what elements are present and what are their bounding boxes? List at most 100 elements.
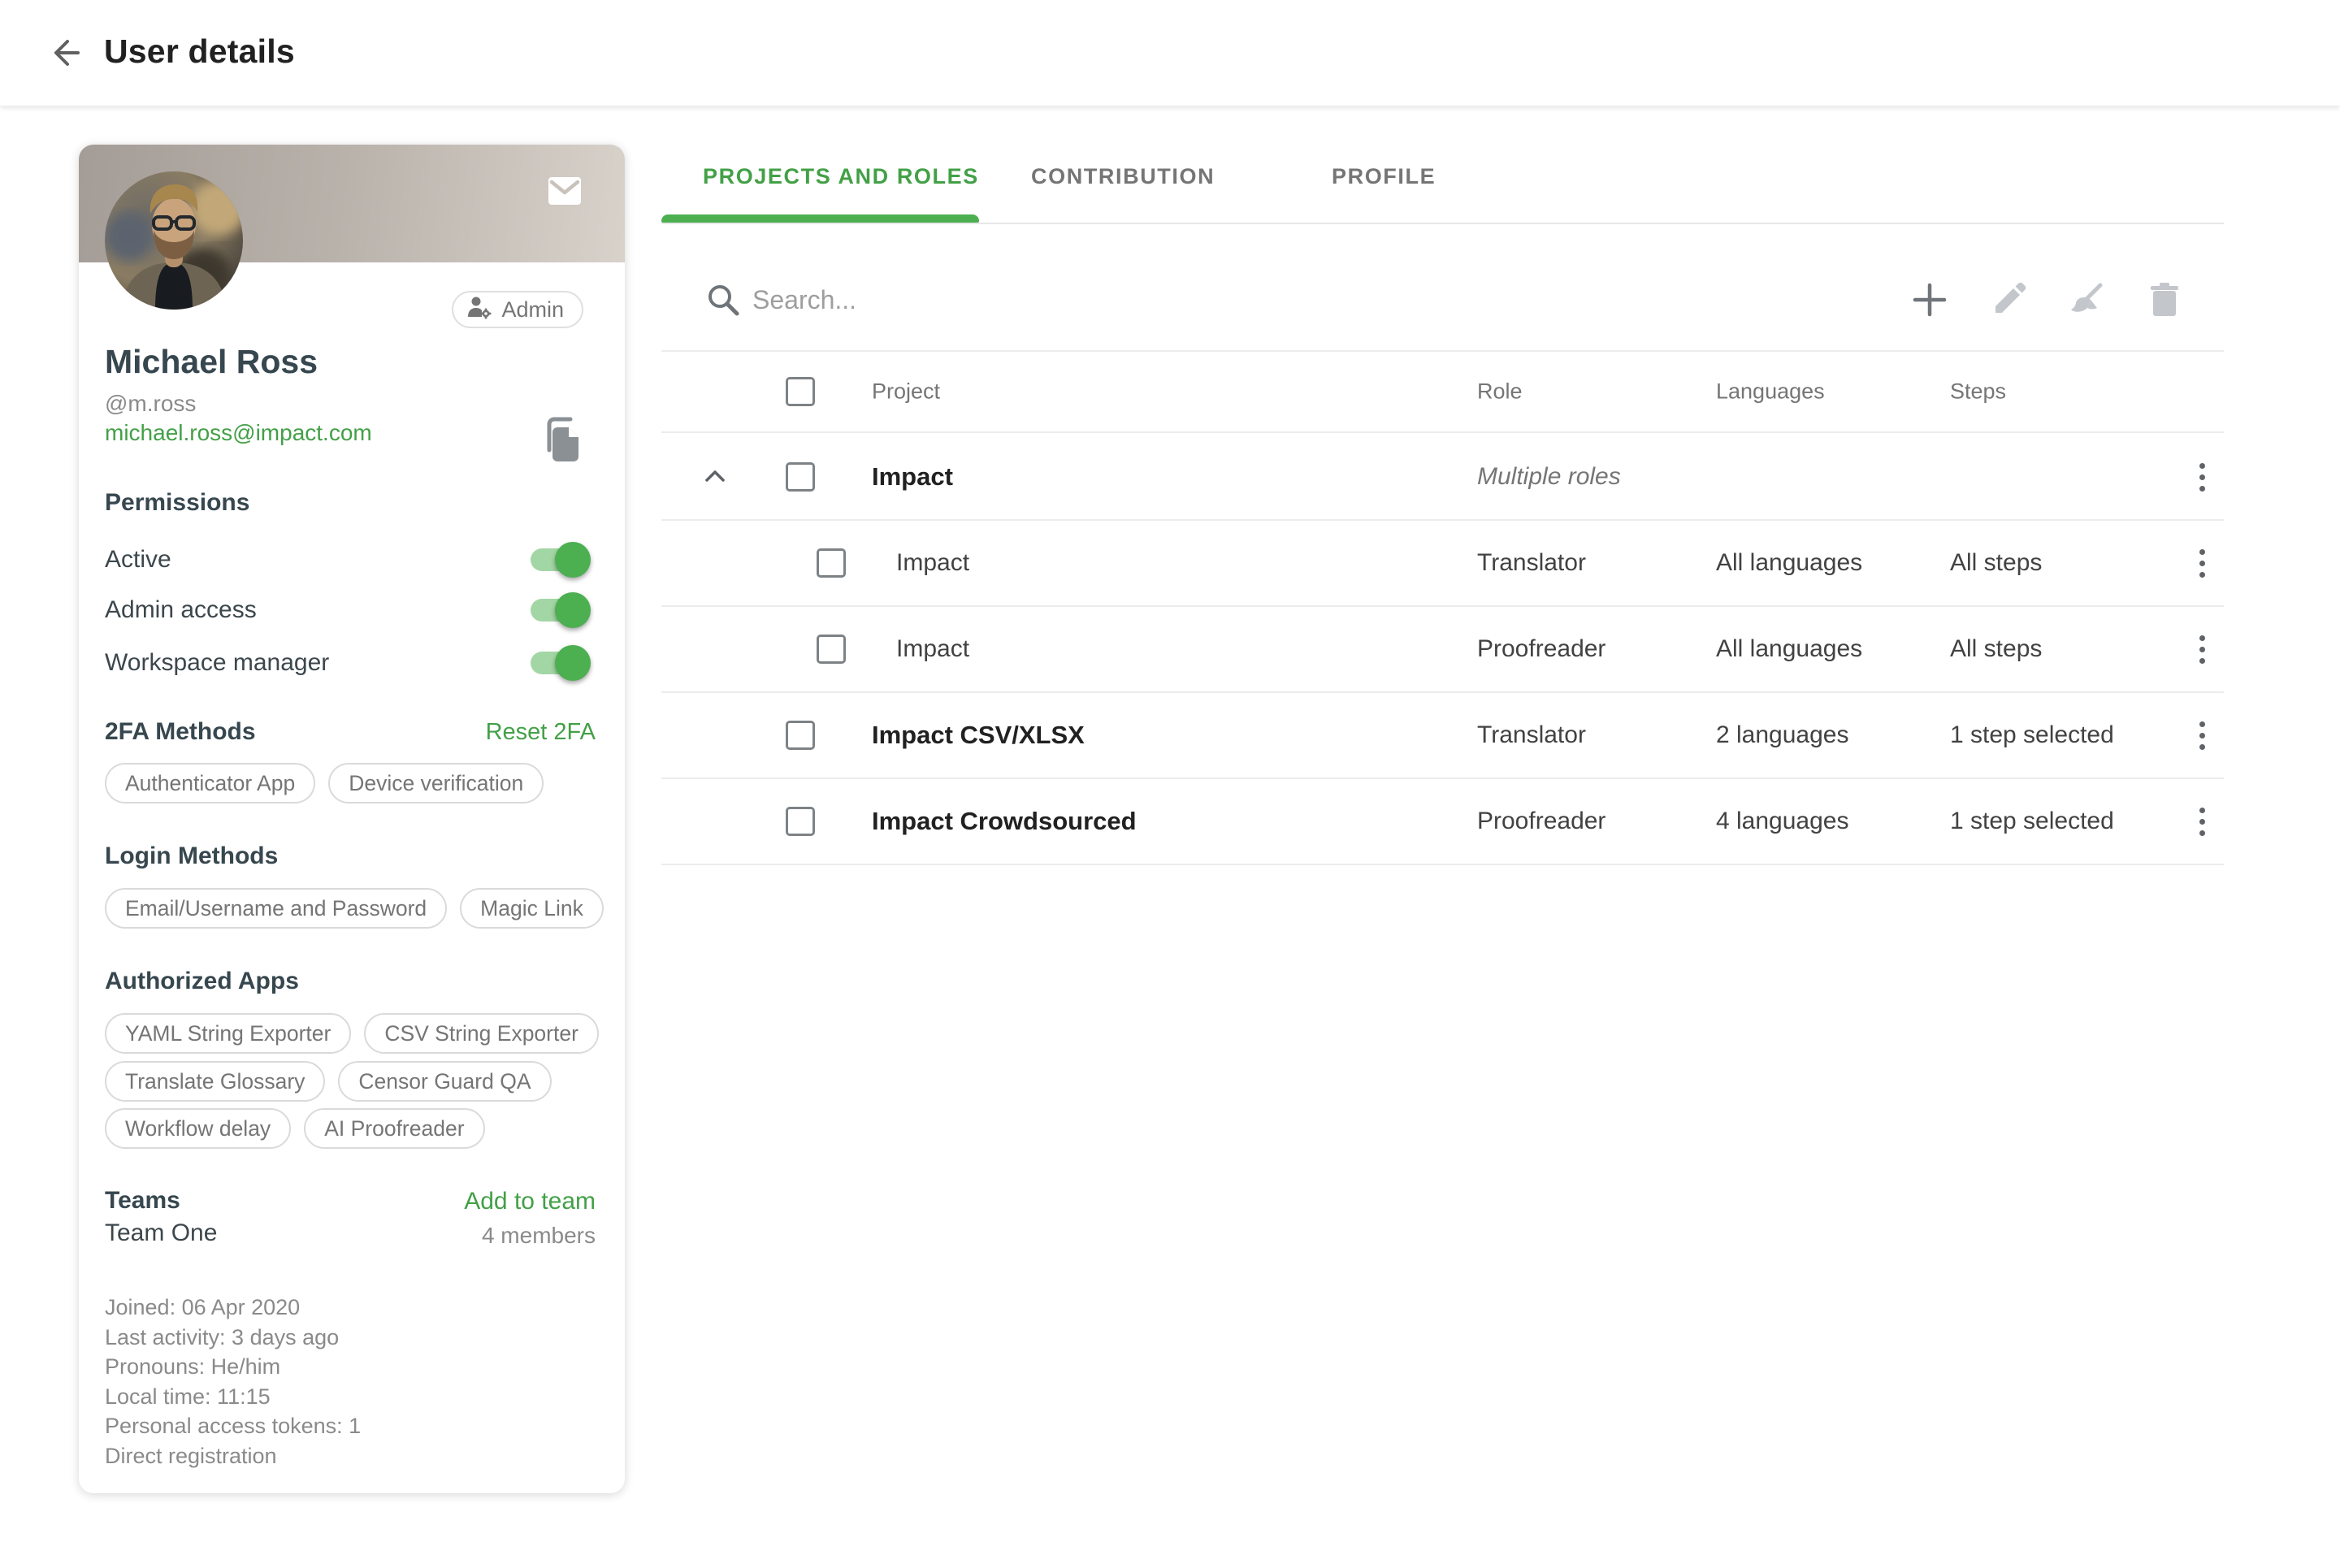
teams-title: Teams bbox=[105, 1187, 180, 1215]
detail-local-time: Local time: 11:15 bbox=[105, 1382, 361, 1412]
kebab-menu-icon[interactable] bbox=[2186, 459, 2218, 495]
authorized-apps-title: Authorized Apps bbox=[105, 968, 299, 995]
chip-yaml-string-exporter: YAML String Exporter bbox=[105, 1013, 351, 1054]
project-name: Impact CSV/XLSX bbox=[872, 721, 1085, 750]
toggle-label-admin-access: Admin access bbox=[105, 596, 257, 624]
twofa-chips: Authenticator App Device verification bbox=[105, 763, 544, 803]
twofa-title: 2FA Methods bbox=[105, 718, 256, 746]
mail-icon[interactable] bbox=[548, 177, 581, 205]
search-icon bbox=[704, 281, 742, 318]
column-project: Project bbox=[872, 379, 940, 405]
user-email-link[interactable]: michael.ross@impact.com bbox=[105, 420, 372, 446]
role-value: Proofreader bbox=[1477, 635, 1606, 663]
role-value: Translator bbox=[1477, 721, 1586, 749]
kebab-menu-icon[interactable] bbox=[2186, 545, 2218, 581]
app-bar: User details bbox=[0, 0, 2340, 106]
table-row-group-impact: Impact Multiple roles bbox=[661, 435, 2224, 521]
steps-value: All steps bbox=[1950, 549, 2042, 577]
toggle-workspace-manager[interactable] bbox=[531, 645, 591, 681]
toggle-admin-access[interactable] bbox=[531, 592, 591, 628]
toggle-label-active: Active bbox=[105, 546, 171, 574]
chip-device-verification: Device verification bbox=[328, 763, 544, 803]
copy-icon[interactable] bbox=[544, 414, 582, 465]
row-checkbox[interactable] bbox=[786, 807, 815, 836]
select-all-checkbox[interactable] bbox=[786, 377, 815, 406]
tab-projects-and-roles[interactable]: PROJECTS AND ROLES bbox=[703, 164, 979, 189]
role-value: Multiple roles bbox=[1477, 463, 1621, 491]
toggle-active[interactable] bbox=[531, 542, 591, 578]
steps-value: 1 step selected bbox=[1950, 721, 2114, 749]
project-name: Impact Crowdsourced bbox=[872, 807, 1137, 836]
edit-icon[interactable] bbox=[1989, 280, 2028, 319]
chip-censor-guard-qa: Censor Guard QA bbox=[338, 1061, 551, 1102]
table-row-impact-csv-xlsx: Impact CSV/XLSX Translator 2 languages 1… bbox=[661, 693, 2224, 779]
chip-csv-string-exporter: CSV String Exporter bbox=[364, 1013, 599, 1054]
role-value: Translator bbox=[1477, 549, 1586, 577]
tab-contribution[interactable]: CONTRIBUTION bbox=[1031, 164, 1215, 189]
detail-registration: Direct registration bbox=[105, 1441, 361, 1471]
languages-value: 4 languages bbox=[1716, 808, 1848, 835]
chip-translate-glossary: Translate Glossary bbox=[105, 1061, 325, 1102]
delete-icon[interactable] bbox=[2145, 280, 2184, 319]
reset-2fa-link[interactable]: Reset 2FA bbox=[486, 719, 596, 746]
toggle-label-workspace-manager: Workspace manager bbox=[105, 649, 329, 677]
table-row-impact-crowdsourced: Impact Crowdsourced Proofreader 4 langua… bbox=[661, 779, 2224, 865]
chip-workflow-delay: Workflow delay bbox=[105, 1108, 291, 1149]
avatar bbox=[105, 171, 243, 310]
kebab-menu-icon[interactable] bbox=[2186, 717, 2218, 753]
apps-chip-row-3: Workflow delay AI Proofreader bbox=[105, 1108, 485, 1149]
column-role: Role bbox=[1477, 379, 1523, 405]
column-languages: Languages bbox=[1716, 379, 1825, 405]
chip-magic-link: Magic Link bbox=[460, 888, 604, 929]
row-checkbox[interactable] bbox=[786, 721, 815, 750]
role-value: Proofreader bbox=[1477, 808, 1606, 835]
column-steps: Steps bbox=[1950, 379, 2006, 405]
table-header-row: Project Role Languages Steps bbox=[661, 350, 2224, 433]
detail-last-activity: Last activity: 3 days ago bbox=[105, 1323, 361, 1353]
project-name: Impact bbox=[872, 462, 953, 492]
project-name: Impact bbox=[896, 549, 969, 577]
apps-chip-row-1: YAML String Exporter CSV String Exporter bbox=[105, 1013, 599, 1054]
languages-value: All languages bbox=[1716, 635, 1862, 663]
tabs-divider bbox=[661, 223, 2224, 224]
add-to-team-link[interactable]: Add to team bbox=[464, 1188, 596, 1215]
kebab-menu-icon[interactable] bbox=[2186, 631, 2218, 667]
person-gear-icon bbox=[466, 295, 492, 325]
search-input[interactable] bbox=[752, 278, 1646, 322]
chip-email-password: Email/Username and Password bbox=[105, 888, 447, 929]
detail-joined: Joined: 06 Apr 2020 bbox=[105, 1293, 361, 1323]
projects-pane: PROJECTS AND ROLES CONTRIBUTION PROFILE bbox=[661, 106, 2224, 1568]
table-row-impact-proofreader: Impact Proofreader All languages All ste… bbox=[661, 607, 2224, 693]
user-handle: @m.ross bbox=[105, 391, 196, 417]
login-method-chips: Email/Username and Password Magic Link bbox=[105, 888, 604, 929]
clean-icon[interactable] bbox=[2066, 280, 2105, 319]
chevron-up-icon[interactable] bbox=[699, 461, 731, 493]
user-name: Michael Ross bbox=[105, 343, 318, 381]
detail-pronouns: Pronouns: He/him bbox=[105, 1352, 361, 1382]
row-checkbox[interactable] bbox=[817, 548, 846, 578]
chip-authenticator-app: Authenticator App bbox=[105, 763, 315, 803]
steps-value: 1 step selected bbox=[1950, 808, 2114, 835]
permissions-title: Permissions bbox=[105, 489, 249, 517]
table-row-impact-translator: Impact Translator All languages All step… bbox=[661, 521, 2224, 607]
profile-card: Admin Michael Ross @m.ross michael.ross@… bbox=[79, 145, 625, 1493]
steps-value: All steps bbox=[1950, 635, 2042, 663]
admin-badge: Admin bbox=[452, 291, 583, 328]
tab-profile[interactable]: PROFILE bbox=[1332, 164, 1436, 189]
page-title: User details bbox=[104, 32, 295, 71]
kebab-menu-icon[interactable] bbox=[2186, 803, 2218, 839]
back-arrow-icon[interactable] bbox=[46, 34, 83, 71]
add-icon[interactable] bbox=[1910, 280, 1949, 319]
languages-value: All languages bbox=[1716, 549, 1862, 577]
admin-badge-label: Admin bbox=[501, 297, 564, 323]
team-members-count: 4 members bbox=[482, 1223, 596, 1249]
row-checkbox[interactable] bbox=[817, 635, 846, 664]
team-name: Team One bbox=[105, 1219, 217, 1247]
apps-chip-row-2: Translate Glossary Censor Guard QA bbox=[105, 1061, 552, 1102]
chip-ai-proofreader: AI Proofreader bbox=[304, 1108, 484, 1149]
languages-value: 2 languages bbox=[1716, 721, 1848, 749]
detail-access-tokens: Personal access tokens: 1 bbox=[105, 1411, 361, 1441]
active-tab-indicator bbox=[661, 214, 979, 223]
row-checkbox[interactable] bbox=[786, 462, 815, 492]
project-name: Impact bbox=[896, 635, 969, 663]
